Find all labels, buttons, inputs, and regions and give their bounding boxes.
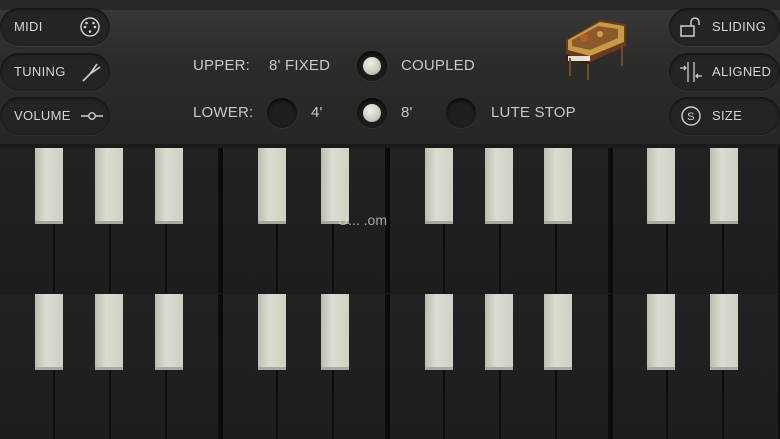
four-foot-label: 4' (311, 104, 323, 121)
control-panel: MIDI TUNING VOLUME SLIDING ALIGNED S SIZ… (0, 0, 780, 144)
accidental-key[interactable] (710, 294, 738, 370)
coupled-label: COUPLED (401, 57, 475, 74)
accidental-key[interactable] (258, 294, 286, 370)
accidental-key[interactable] (258, 148, 286, 224)
four-foot-toggle[interactable] (267, 98, 297, 128)
accidental-key[interactable] (647, 294, 675, 370)
size-button[interactable]: S SIZE (669, 97, 780, 135)
accidental-key[interactable] (710, 148, 738, 224)
accidental-key[interactable] (35, 294, 63, 370)
coupled-toggle[interactable] (357, 51, 387, 81)
upper-label: UPPER: (193, 57, 251, 74)
indicator-light (363, 104, 381, 122)
harpsichord-image (566, 20, 626, 80)
svg-text:S: S (687, 111, 695, 123)
accidental-key[interactable] (485, 294, 513, 370)
eight-foot-toggle[interactable] (357, 98, 387, 128)
accidental-key[interactable] (35, 148, 63, 224)
lute-stop-label: LUTE STOP (491, 104, 576, 121)
size-s-icon: S (681, 106, 701, 126)
lower-label: LOWER: (193, 104, 254, 121)
eight-foot-label: 8' (401, 104, 413, 121)
aligned-label: ALIGNED (712, 64, 772, 79)
accidental-key[interactable] (544, 294, 572, 370)
volume-label: VOLUME (14, 108, 71, 123)
accidental-key[interactable] (155, 148, 183, 224)
tuning-button[interactable]: TUNING (0, 53, 110, 91)
midi-connector-icon (80, 17, 100, 37)
accidental-key[interactable] (155, 294, 183, 370)
align-icon (680, 62, 702, 82)
lower-keyboard[interactable] (0, 294, 780, 439)
sliding-button[interactable]: SLIDING (669, 8, 780, 46)
accidental-key[interactable] (425, 148, 453, 224)
upper-value: 8' FIXED (269, 57, 331, 74)
slider-icon (81, 112, 103, 120)
size-label: SIZE (712, 108, 743, 123)
accidental-key[interactable] (321, 294, 349, 370)
accidental-key[interactable] (647, 148, 675, 224)
accidental-key[interactable] (95, 148, 123, 224)
midi-button[interactable]: MIDI (0, 8, 110, 46)
tuning-fork-icon (82, 63, 101, 82)
upper-keyboard[interactable] (0, 148, 780, 293)
tuning-label: TUNING (14, 64, 66, 79)
panel-texture (0, 0, 780, 10)
accidental-key[interactable] (544, 148, 572, 224)
indicator-light (363, 57, 381, 75)
volume-button[interactable]: VOLUME (0, 97, 110, 135)
accidental-key[interactable] (95, 294, 123, 370)
sliding-label: SLIDING (712, 19, 767, 34)
midi-label: MIDI (14, 19, 43, 34)
accidental-key[interactable] (425, 294, 453, 370)
accidental-key[interactable] (485, 148, 513, 224)
watermark: U... .om (338, 212, 388, 228)
lute-stop-toggle[interactable] (446, 98, 476, 128)
unlock-icon (680, 17, 700, 37)
aligned-button[interactable]: ALIGNED (669, 53, 780, 91)
